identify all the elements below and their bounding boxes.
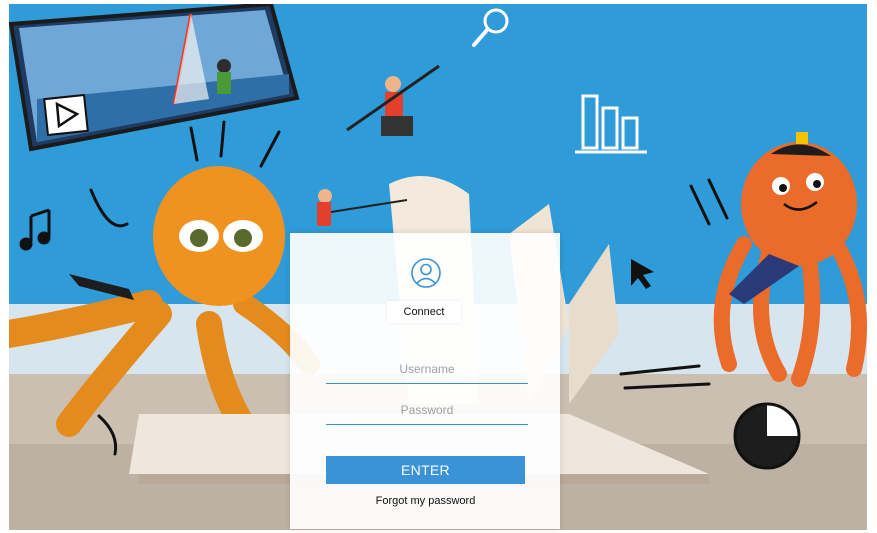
password-input[interactable] [326, 396, 528, 425]
play-icon [43, 93, 89, 137]
enter-button[interactable]: ENTER [326, 456, 525, 484]
login-panel: Connect ENTER Forgot my password [290, 233, 560, 529]
username-input[interactable] [326, 355, 528, 384]
pie-chart-icon [733, 402, 801, 470]
forgot-password-link[interactable]: Forgot my password [326, 495, 525, 507]
login-screen: Connect ENTER Forgot my password [0, 0, 877, 533]
user-circle-icon [411, 258, 441, 288]
connect-label: Connect [387, 301, 461, 323]
